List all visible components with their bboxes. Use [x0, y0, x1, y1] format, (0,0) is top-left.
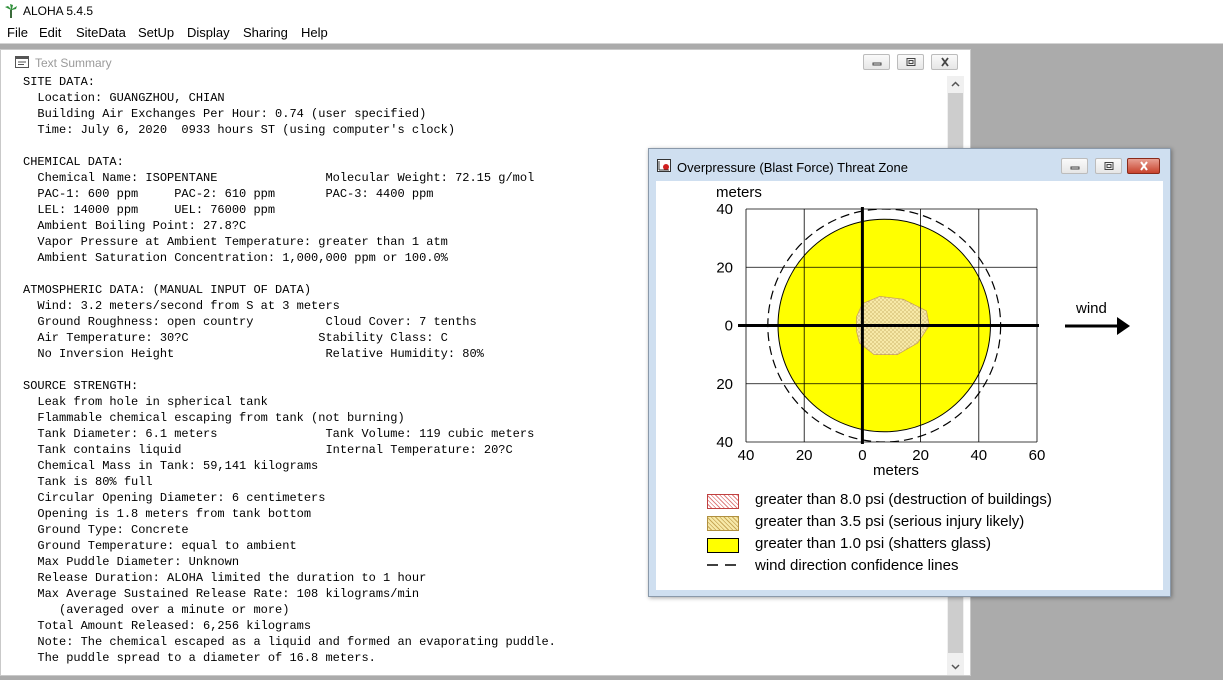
x-tick-label: 40: [738, 447, 755, 464]
menu-bar: File Edit SiteData SetUp Display Sharing…: [0, 22, 1223, 44]
legend-swatch-orange: [707, 516, 739, 531]
legend-red-label: greater than 8.0 psi (destruction of bui…: [755, 491, 1052, 508]
summary-line: Location: GUANGZHOU, CHIAN: [23, 91, 225, 105]
x-tick-label: 40: [970, 447, 987, 464]
legend-dashed-line-icon: [707, 564, 741, 566]
menu-display[interactable]: Display: [187, 25, 230, 40]
x-tick-label: 0: [858, 447, 866, 464]
x-axis-label: meters: [873, 462, 919, 479]
threat-zone-client: 40 20 0 20 40 60 40 20 0 20 40 meters meters wind …: [656, 181, 1163, 590]
chevron-up-icon: [951, 81, 960, 87]
summary-line: SITE DATA:: [23, 75, 96, 89]
menu-setup[interactable]: SetUp: [138, 25, 174, 40]
summary-line: Time: July 6, 2020 0933 hours ST (using …: [23, 123, 456, 137]
minimize-icon: [1070, 166, 1080, 170]
restore-icon: [1104, 162, 1114, 170]
y-axis-label: meters: [716, 184, 762, 201]
tz-minimize-button[interactable]: [1061, 158, 1088, 174]
close-icon: [941, 57, 949, 67]
summary-line: The puddle spread to a diameter of 16.8 …: [23, 651, 376, 665]
minimize-button[interactable]: [863, 54, 890, 70]
text-summary-titlebar[interactable]: Text Summary: [1, 50, 970, 74]
wind-direction-arrow: wind: [1065, 300, 1130, 335]
app-title: ALOHA 5.4.5: [23, 4, 94, 18]
legend-swatch-yellow: [707, 538, 739, 553]
threat-zone-window: Overpressure (Blast Force) Threat Zone 4…: [648, 148, 1171, 597]
restore-button[interactable]: [897, 54, 924, 70]
legend-swatch-red: [707, 494, 739, 509]
scroll-down-button[interactable]: [947, 658, 964, 675]
threat-zone-title: Overpressure (Blast Force) Threat Zone: [677, 160, 908, 175]
chevron-down-icon: [951, 664, 960, 670]
document-icon: [15, 56, 29, 68]
app-titlebar: ALOHA 5.4.5: [0, 0, 1223, 22]
threat-zone-icon: [657, 159, 671, 172]
text-summary-title: Text Summary: [35, 56, 112, 70]
menu-edit[interactable]: Edit: [39, 25, 61, 40]
y-tick-label: 0: [725, 318, 733, 335]
close-icon: [1140, 161, 1148, 171]
summary-line: Note: The chemical escaped as a liquid a…: [23, 635, 556, 649]
threat-zone-plot: 40 20 0 20 40 60402002040 meters meters wind: [716, 184, 1130, 479]
tz-restore-button[interactable]: [1095, 158, 1122, 174]
menu-sharing[interactable]: Sharing: [243, 25, 288, 40]
x-tick-label: 60: [1029, 447, 1046, 464]
y-tick-label: 20: [716, 259, 733, 276]
summary-line: Total Amount Released: 6,256 kilograms: [23, 619, 312, 633]
legend-orange-label: greater than 3.5 psi (serious injury lik…: [755, 513, 1025, 530]
scroll-up-button[interactable]: [947, 76, 964, 93]
tz-close-button[interactable]: [1127, 158, 1160, 174]
wind-label: wind: [1075, 300, 1107, 317]
y-tick-label: 40: [716, 201, 733, 218]
restore-icon: [906, 58, 916, 66]
summary-line: Building Air Exchanges Per Hour: 0.74 (u…: [23, 107, 427, 121]
legend-yellow-label: greater than 1.0 psi (shatters glass): [755, 535, 991, 552]
y-tick-label: 20: [716, 376, 733, 393]
menu-sitedata[interactable]: SiteData: [76, 25, 126, 40]
palm-tree-icon: [5, 4, 17, 18]
menu-help[interactable]: Help: [301, 25, 328, 40]
summary-line: (averaged over a minute or more): [23, 603, 290, 617]
threat-zone-titlebar[interactable]: Overpressure (Blast Force) Threat Zone: [649, 149, 1170, 181]
menu-file[interactable]: File: [7, 25, 28, 40]
x-tick-label: 20: [796, 447, 813, 464]
close-button[interactable]: [931, 54, 958, 70]
y-tick-label: 40: [716, 434, 733, 451]
minimize-icon: [872, 62, 882, 66]
legend-confidence-label: wind direction confidence lines: [755, 557, 959, 574]
